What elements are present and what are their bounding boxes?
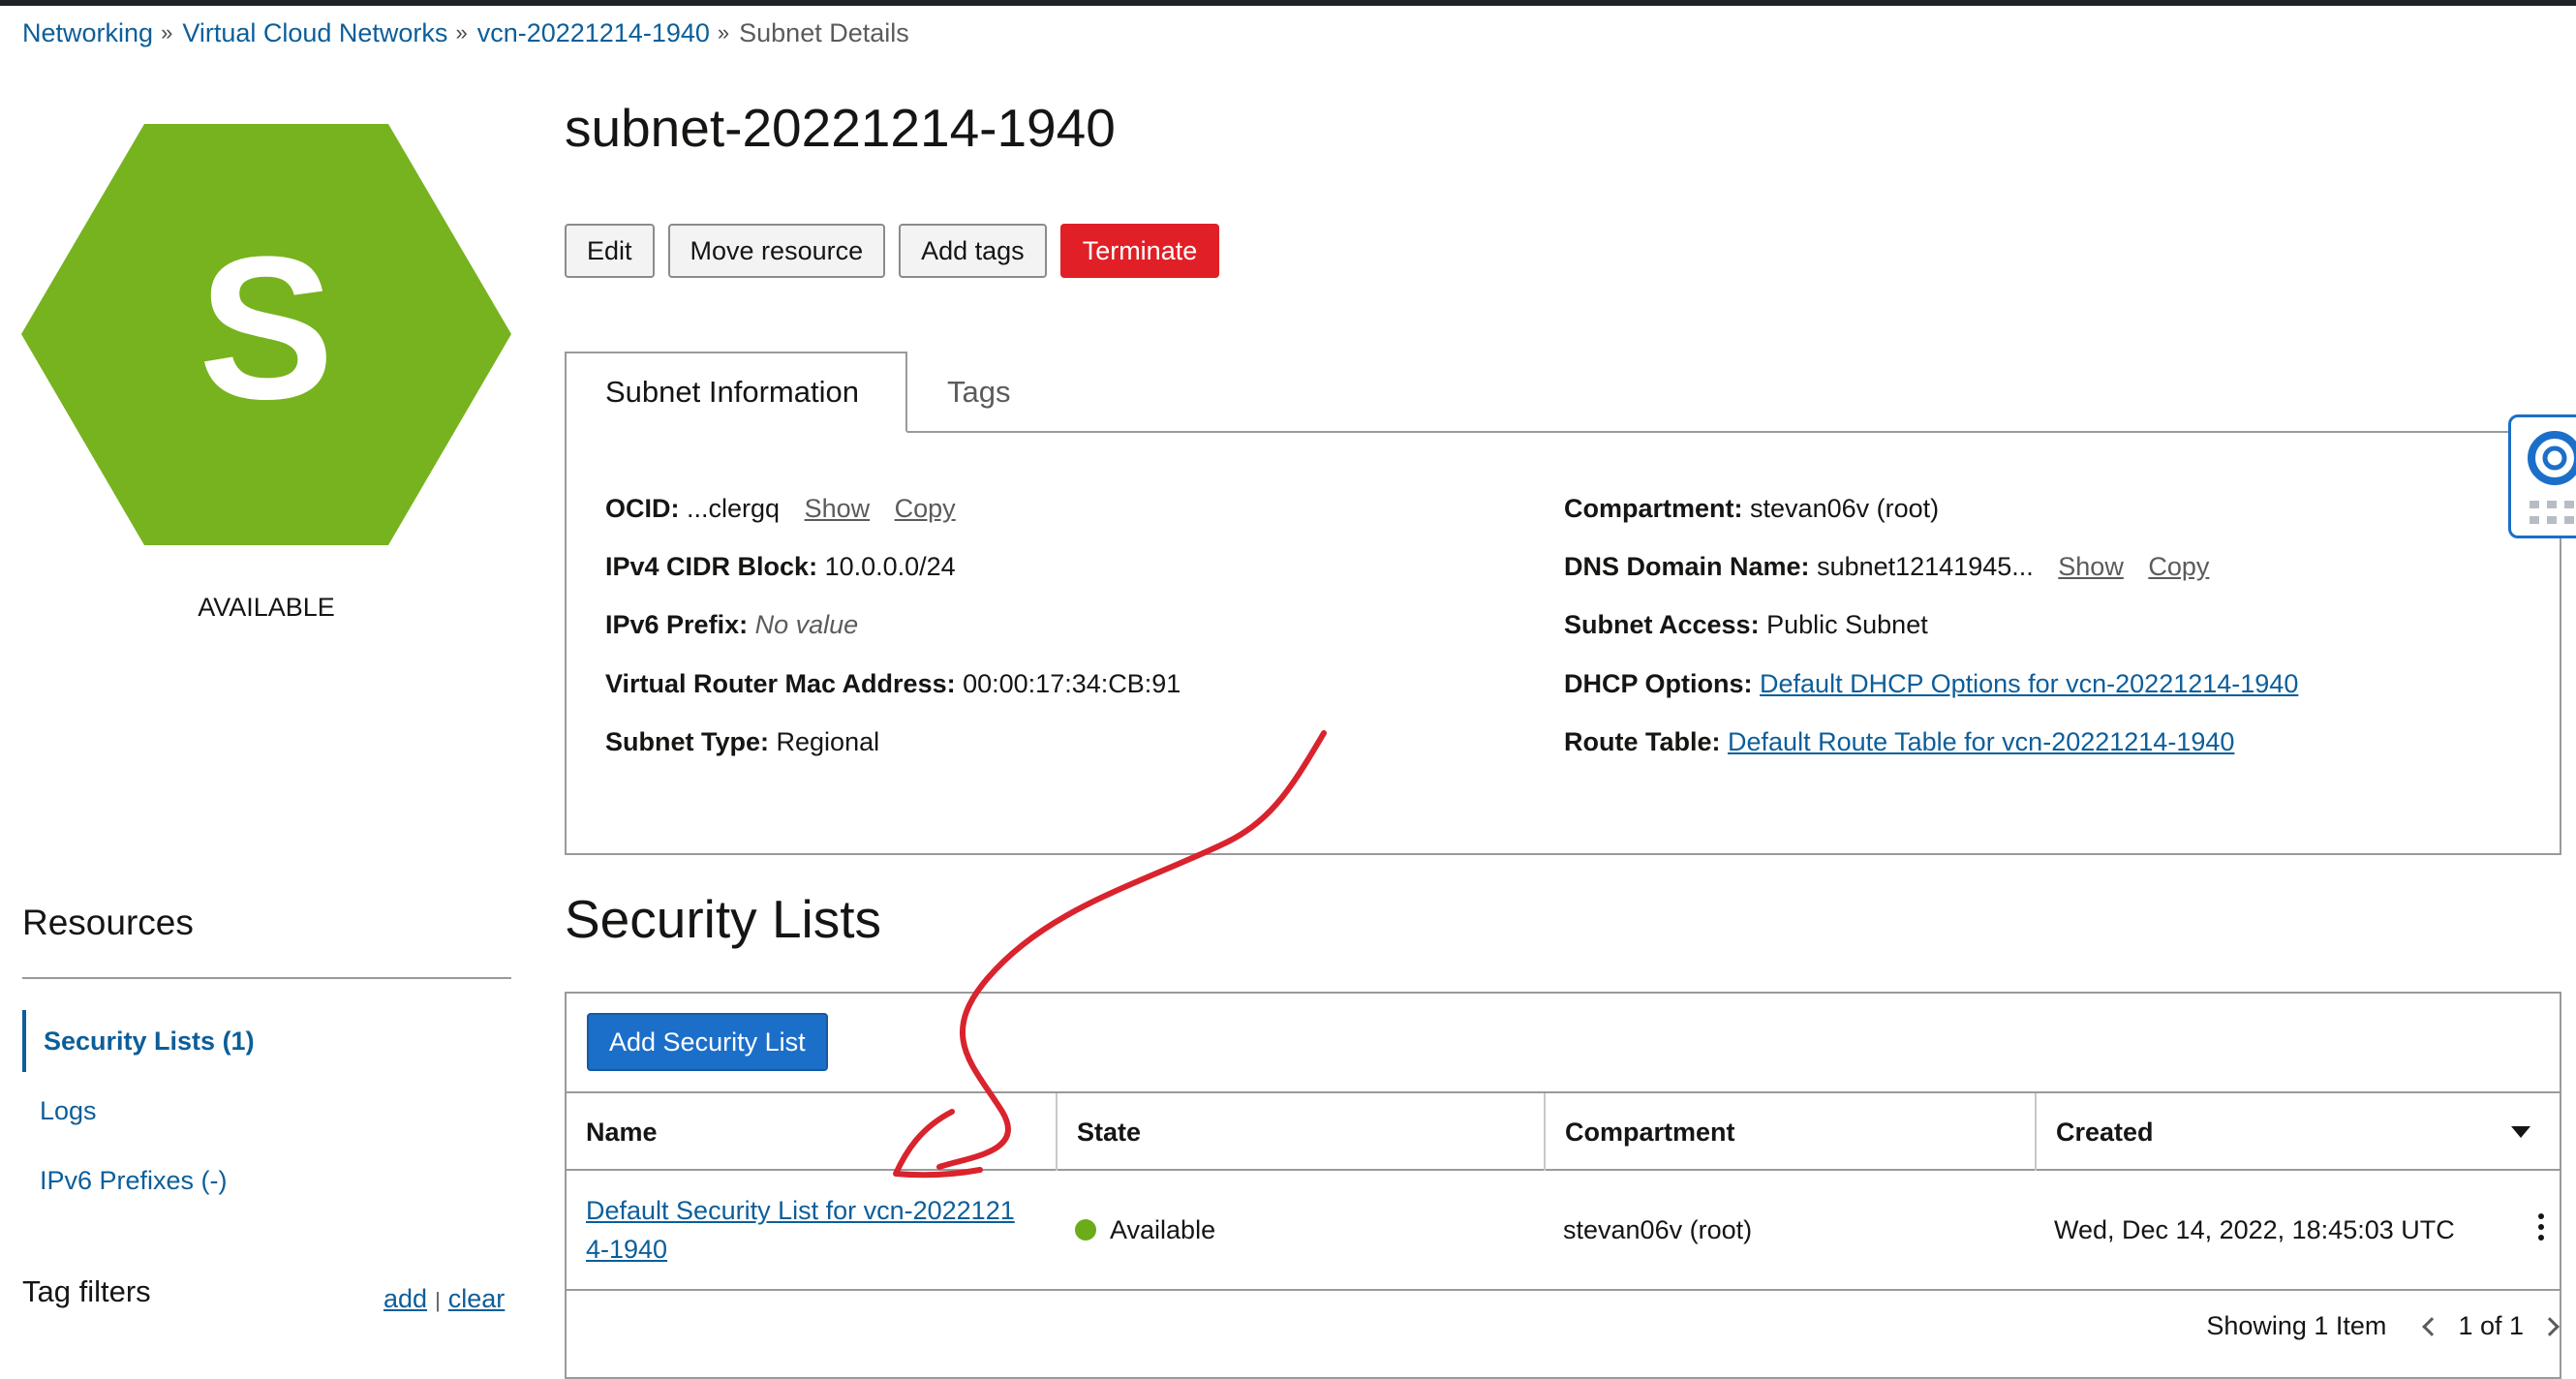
dns-row: DNS Domain Name: subnet12141945... Show …: [1564, 552, 2209, 582]
add-tags-button[interactable]: Add tags: [899, 224, 1047, 278]
page-title: subnet-20221214-1940: [565, 98, 1116, 158]
lifebuoy-icon: [2528, 431, 2576, 524]
tab-tags[interactable]: Tags: [947, 352, 1010, 433]
tag-filter-add-link[interactable]: add: [383, 1284, 427, 1313]
security-list-link-line2: 4-1940: [586, 1235, 668, 1264]
tag-filters-actions: add | clear: [383, 1284, 505, 1314]
dhcp-label: DHCP Options:: [1564, 669, 1753, 698]
state-available-dot-icon: [1075, 1219, 1096, 1241]
column-header-compartment[interactable]: Compartment: [1544, 1093, 2035, 1171]
sidebar-item-logs[interactable]: Logs: [22, 1080, 410, 1142]
page-indicator: 1 of 1: [2458, 1311, 2524, 1340]
column-header-created[interactable]: Created: [2035, 1093, 2560, 1171]
ocid-show-link[interactable]: Show: [805, 494, 871, 523]
route-table-link[interactable]: Default Route Table for vcn-20221214-194…: [1728, 727, 2234, 756]
compartment-value: stevan06v (root): [1750, 494, 1940, 523]
pagination: 1 of 1: [2422, 1311, 2576, 1341]
top-bar: [0, 0, 2576, 6]
ocid-copy-link[interactable]: Copy: [895, 494, 956, 523]
ipv4-label: IPv4 CIDR Block:: [605, 552, 818, 581]
subnet-type-value: Regional: [776, 727, 880, 756]
lifecycle-status: AVAILABLE: [198, 593, 335, 622]
route-table-row: Route Table: Default Route Table for vcn…: [1564, 727, 2234, 757]
resources-divider: [22, 977, 511, 979]
ipv6-label: IPv6 Prefix:: [605, 610, 749, 639]
breadcrumb-vcn[interactable]: vcn-20221214-1940: [477, 18, 710, 48]
mac-row: Virtual Router Mac Address: 00:00:17:34:…: [605, 669, 1181, 699]
tag-filter-clear-link[interactable]: clear: [448, 1284, 506, 1313]
previous-page-icon[interactable]: [2422, 1316, 2442, 1336]
subnet-info-panel: OCID: ...clergq Show Copy IPv4 CIDR Bloc…: [565, 429, 2561, 855]
add-security-list-button[interactable]: Add Security List: [587, 1013, 828, 1071]
edit-button[interactable]: Edit: [565, 224, 655, 278]
action-toolbar: Edit Move resource Add tags Terminate: [565, 224, 1220, 278]
resources-title: Resources: [22, 903, 194, 942]
ocid-label: OCID:: [605, 494, 680, 523]
table-header: Name State Compartment Created: [567, 1091, 2560, 1171]
dns-value: subnet12141945...: [1817, 552, 2034, 581]
next-page-icon[interactable]: [2540, 1316, 2560, 1336]
sort-caret-down-icon[interactable]: [2511, 1126, 2530, 1138]
security-list-link[interactable]: Default Security List for vcn-2022121 4-…: [586, 1191, 1015, 1269]
security-lists-title: Security Lists: [565, 889, 882, 949]
dns-show-link[interactable]: Show: [2058, 552, 2124, 581]
ipv6-value: No value: [754, 610, 859, 639]
ocid-row: OCID: ...clergq Show Copy: [605, 494, 956, 524]
column-header-created-label: Created: [2056, 1117, 2154, 1147]
column-header-name[interactable]: Name: [567, 1093, 1056, 1171]
move-resource-button[interactable]: Move resource: [667, 224, 886, 278]
breadcrumb-separator: »: [161, 20, 173, 45]
sidebar-item-security-lists[interactable]: Security Lists (1): [22, 1010, 410, 1072]
row-name-cell: Default Security List for vcn-2022121 4-…: [567, 1171, 1056, 1289]
subnet-access-value: Public Subnet: [1766, 610, 1928, 639]
subnet-access-row: Subnet Access: Public Subnet: [1564, 610, 1928, 640]
subnet-type-label: Subnet Type:: [605, 727, 770, 756]
breadcrumb-virtual-cloud-networks[interactable]: Virtual Cloud Networks: [182, 18, 447, 48]
table-footer: Showing 1 Item 1 of 1: [2206, 1311, 2576, 1341]
row-created-cell: Wed, Dec 14, 2022, 18:45:03 UTC: [2054, 1214, 2455, 1244]
tab-subnet-information[interactable]: Subnet Information: [565, 352, 907, 433]
row-state-value: Available: [1110, 1214, 1216, 1244]
terminate-button[interactable]: Terminate: [1059, 224, 1220, 278]
subnet-access-label: Subnet Access:: [1564, 610, 1760, 639]
row-actions-kebab-icon[interactable]: [2538, 1213, 2546, 1241]
column-header-state[interactable]: State: [1056, 1093, 1544, 1171]
breadcrumb-separator: »: [455, 20, 468, 45]
compartment-row: Compartment: stevan06v (root): [1564, 494, 1939, 524]
subnet-type-row: Subnet Type: Regional: [605, 727, 879, 757]
breadcrumb-networking[interactable]: Networking: [22, 18, 153, 48]
ipv4-value: 10.0.0.0/24: [824, 552, 956, 581]
breadcrumb-separator: »: [717, 20, 730, 45]
help-widget[interactable]: [2508, 414, 2576, 538]
mac-value: 00:00:17:34:CB:91: [963, 669, 1181, 698]
ipv4-row: IPv4 CIDR Block: 10.0.0.0/24: [605, 552, 956, 582]
dns-copy-link[interactable]: Copy: [2148, 552, 2209, 581]
tag-filters-title: Tag filters: [22, 1274, 151, 1308]
route-table-label: Route Table:: [1564, 727, 1721, 756]
row-state-cell: Available: [1056, 1171, 1544, 1289]
breadcrumb-current: Subnet Details: [739, 17, 909, 47]
row-compartment-cell: stevan06v (root): [1563, 1214, 1753, 1244]
mac-label: Virtual Router Mac Address:: [605, 669, 956, 698]
dhcp-options-link[interactable]: Default DHCP Options for vcn-20221214-19…: [1760, 669, 2298, 698]
compartment-label: Compartment:: [1564, 494, 1743, 523]
dns-label: DNS Domain Name:: [1564, 552, 1810, 581]
ocid-value: ...clergq: [687, 494, 781, 523]
sidebar-item-ipv6-prefixes[interactable]: IPv6 Prefixes (-): [22, 1149, 410, 1211]
ipv6-row: IPv6 Prefix: No value: [605, 610, 858, 640]
detail-tabs: Subnet Information Tags: [565, 352, 2561, 433]
tag-filter-separator: |: [435, 1288, 441, 1312]
security-list-link-line1: Default Security List for vcn-2022121: [586, 1196, 1015, 1225]
subnet-hexagon-icon: S: [21, 124, 511, 545]
table-row: Default Security List for vcn-2022121 4-…: [567, 1171, 2560, 1291]
showing-count: Showing 1 Item: [2206, 1311, 2387, 1340]
dhcp-row: DHCP Options: Default DHCP Options for v…: [1564, 669, 2298, 699]
breadcrumb: Networking » Virtual Cloud Networks » vc…: [22, 15, 909, 50]
hexagon-letter: S: [199, 214, 334, 442]
